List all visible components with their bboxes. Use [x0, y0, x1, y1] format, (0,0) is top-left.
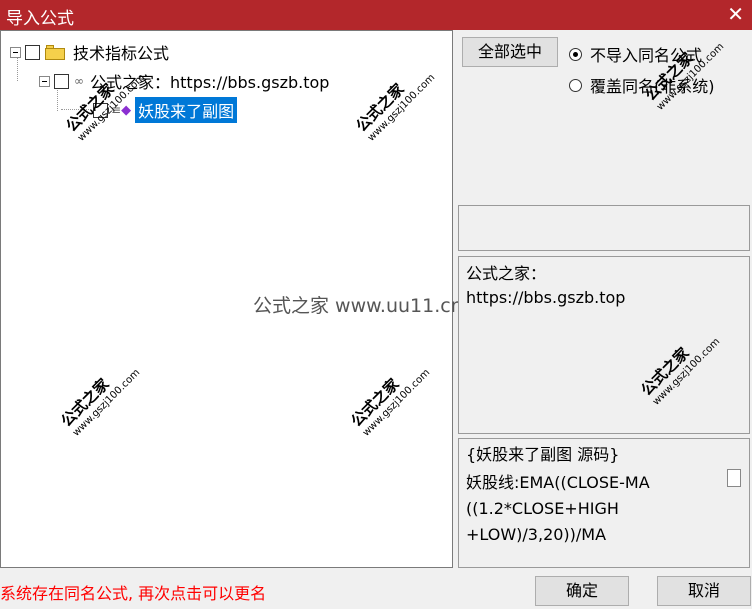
child-checkbox[interactable] — [54, 73, 69, 89]
watermark: 公式之家 www.gszj100.com — [641, 41, 727, 113]
watermark: 公式之家 www.gszj100.com — [57, 367, 143, 439]
root-checkbox[interactable] — [25, 44, 40, 60]
formula-gem-icon: ◆ — [121, 102, 132, 118]
tree-node-label-selected[interactable]: 妖股来了副图 — [135, 97, 238, 123]
description-line: https://bbs.gszb.top — [466, 288, 626, 307]
center-watermark: 公式之家 www.uu11.cn — [253, 295, 463, 317]
tree-node-root[interactable]: 技术指标公式 — [10, 40, 169, 64]
watermark: 公式之家 www.gszj100.com — [347, 367, 433, 439]
radio-button[interactable] — [569, 47, 582, 61]
select-all-button[interactable]: 全部选中 — [462, 37, 558, 67]
formula-source-box[interactable]: {妖股来了副图 源码} 妖股线:EMA((CLOSE-MA ((1.2*CLOS… — [458, 438, 750, 568]
source-line: {妖股来了副图 源码} — [466, 445, 620, 464]
status-message: 系统存在同名公式, 再次点击可以更名 — [0, 584, 267, 603]
folder-icon — [45, 44, 65, 60]
collapse-icon[interactable] — [10, 46, 21, 58]
formula-group-icon: ∞ — [74, 74, 84, 88]
tree-node-child[interactable]: ∞ 公式之家：https://bbs.gszb.top — [39, 69, 329, 93]
collapse-icon[interactable] — [39, 75, 50, 87]
source-line: +LOW)/3,20))/MA — [466, 525, 607, 544]
source-line: ((1.2*CLOSE+HIGH — [466, 499, 619, 518]
empty-info-box — [458, 205, 750, 251]
cancel-button[interactable]: 取消 — [657, 576, 751, 606]
watermark: 公式之家 www.gszj100.com — [352, 72, 438, 144]
title-bar: 导入公式 ✕ — [0, 0, 752, 30]
window-title: 导入公式 — [6, 9, 74, 29]
source-line: 妖股线:EMA((CLOSE-MA — [466, 473, 650, 492]
close-icon[interactable]: ✕ — [727, 2, 744, 26]
scrollbar-thumb[interactable] — [727, 469, 741, 487]
ok-button[interactable]: 确定 — [535, 576, 629, 606]
description-line: 公式之家： — [466, 264, 547, 283]
radio-button[interactable] — [569, 78, 582, 92]
